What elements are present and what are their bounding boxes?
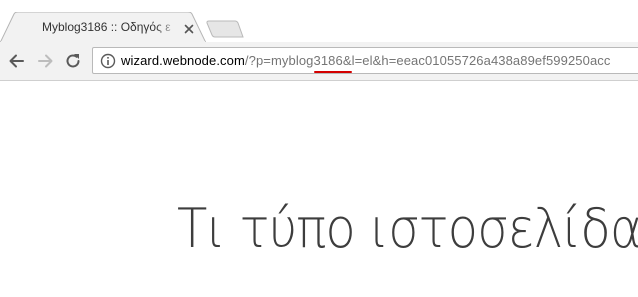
new-tab-button[interactable] bbox=[205, 20, 245, 38]
forward-arrow-icon[interactable] bbox=[35, 51, 55, 71]
info-icon[interactable] bbox=[100, 53, 116, 69]
browser-window: Myblog3186 :: Οδηγός ε wizard.webnode.co… bbox=[0, 0, 638, 297]
back-arrow-icon[interactable] bbox=[7, 51, 27, 71]
address-bar[interactable]: wizard.webnode.com/?p=myblog3186&l=el&h=… bbox=[92, 47, 638, 74]
page-heading: Τι τύπο ιστοσελίδας bbox=[177, 197, 638, 260]
page-content: Τι τύπο ιστοσελίδας bbox=[0, 81, 638, 297]
url-host: wizard.webnode.com bbox=[121, 53, 245, 68]
new-tab-icon bbox=[206, 20, 244, 38]
tab-strip: Myblog3186 :: Οδηγός ε bbox=[0, 0, 638, 43]
reload-icon[interactable] bbox=[63, 51, 83, 71]
active-tab[interactable]: Myblog3186 :: Οδηγός ε bbox=[0, 12, 210, 43]
toolbar: wizard.webnode.com/?p=myblog3186&l=el&h=… bbox=[0, 42, 638, 81]
tab-title: Myblog3186 :: Οδηγός ε bbox=[42, 20, 171, 34]
url-highlight: 3186& bbox=[313, 53, 352, 68]
url-text[interactable]: wizard.webnode.com/?p=myblog3186&l=el&h=… bbox=[121, 53, 610, 68]
url-path-tail: l=el&h=eeac01055726a438a89ef599250acc bbox=[351, 53, 611, 68]
close-icon[interactable] bbox=[184, 21, 194, 34]
url-path: /?p=myblog bbox=[244, 53, 314, 68]
